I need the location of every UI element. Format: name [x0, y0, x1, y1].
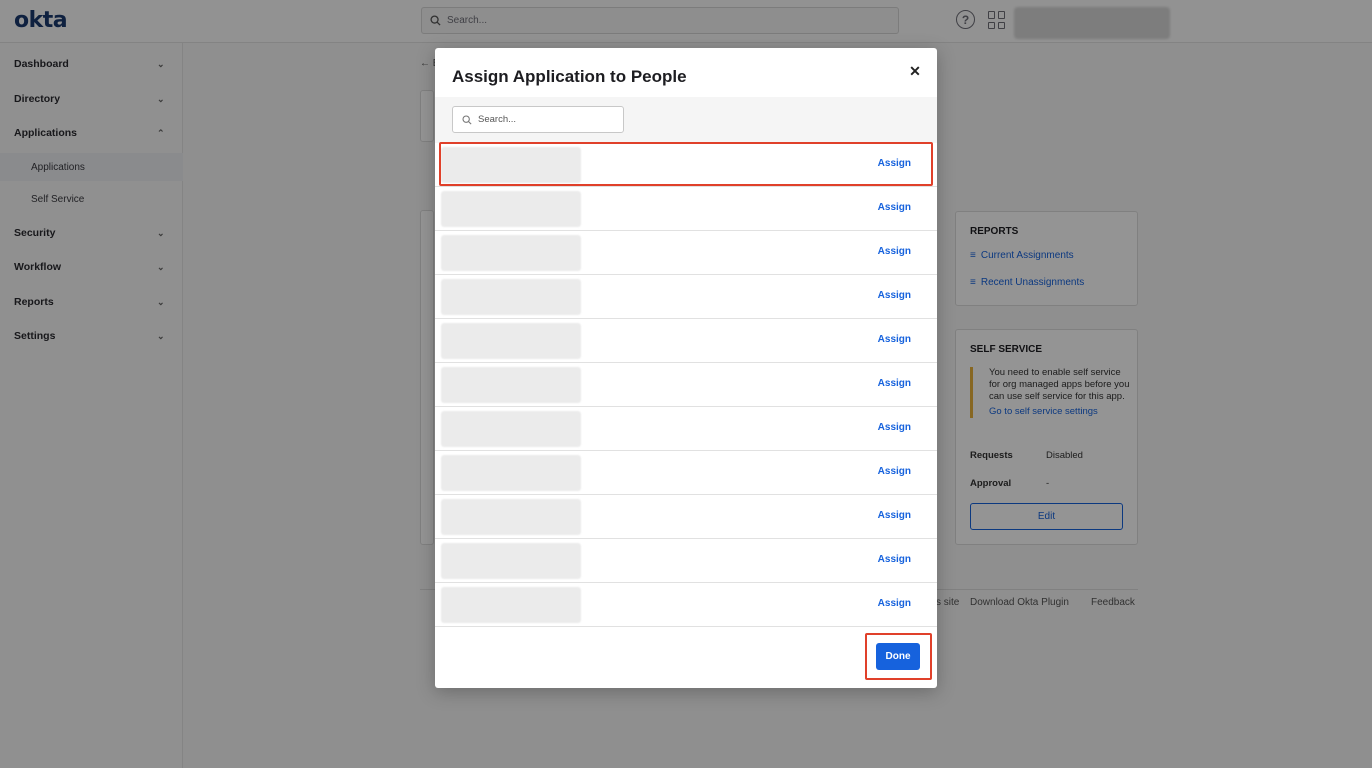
- list-item: Assign: [435, 187, 937, 231]
- list-item: Assign: [435, 451, 937, 495]
- list-item: Assign: [435, 583, 937, 627]
- assign-people-modal: Assign Application to People ✕ Search...…: [435, 48, 937, 688]
- list-item: Assign: [435, 495, 937, 539]
- list-item: Assign: [435, 319, 937, 363]
- redacted-person: [441, 191, 581, 227]
- redacted-person: [441, 543, 581, 579]
- modal-title: Assign Application to People: [452, 67, 687, 86]
- list-item: Assign: [435, 275, 937, 319]
- assign-button[interactable]: Assign: [878, 158, 911, 169]
- assign-button[interactable]: Assign: [878, 466, 911, 477]
- list-item: Assign: [435, 363, 937, 407]
- modal-footer: [435, 626, 937, 688]
- redacted-person: [441, 367, 581, 403]
- people-list: Assign Assign Assign Assign Assign Assig…: [435, 143, 937, 627]
- redacted-person: [441, 411, 581, 447]
- search-icon: [462, 114, 472, 125]
- redacted-person: [441, 235, 581, 271]
- close-icon[interactable]: ✕: [906, 62, 924, 80]
- redacted-person: [441, 455, 581, 491]
- done-button[interactable]: Done: [876, 643, 920, 670]
- assign-button[interactable]: Assign: [878, 422, 911, 433]
- assign-button[interactable]: Assign: [878, 334, 911, 345]
- assign-button[interactable]: Assign: [878, 290, 911, 301]
- assign-button[interactable]: Assign: [878, 202, 911, 213]
- redacted-person: [441, 587, 581, 623]
- redacted-person: [441, 323, 581, 359]
- assign-button[interactable]: Assign: [878, 378, 911, 389]
- redacted-person: [441, 147, 581, 183]
- list-item: Assign: [435, 407, 937, 451]
- assign-button[interactable]: Assign: [878, 246, 911, 257]
- redacted-person: [441, 499, 581, 535]
- list-item: Assign: [435, 539, 937, 583]
- assign-button[interactable]: Assign: [878, 510, 911, 521]
- list-item: Assign: [435, 143, 937, 187]
- assign-button[interactable]: Assign: [878, 554, 911, 565]
- redacted-person: [441, 279, 581, 315]
- list-item: Assign: [435, 231, 937, 275]
- modal-search-bar: Search...: [435, 97, 937, 143]
- search-placeholder: Search...: [478, 114, 517, 125]
- assign-button[interactable]: Assign: [878, 598, 911, 609]
- people-search-input[interactable]: Search...: [452, 106, 624, 133]
